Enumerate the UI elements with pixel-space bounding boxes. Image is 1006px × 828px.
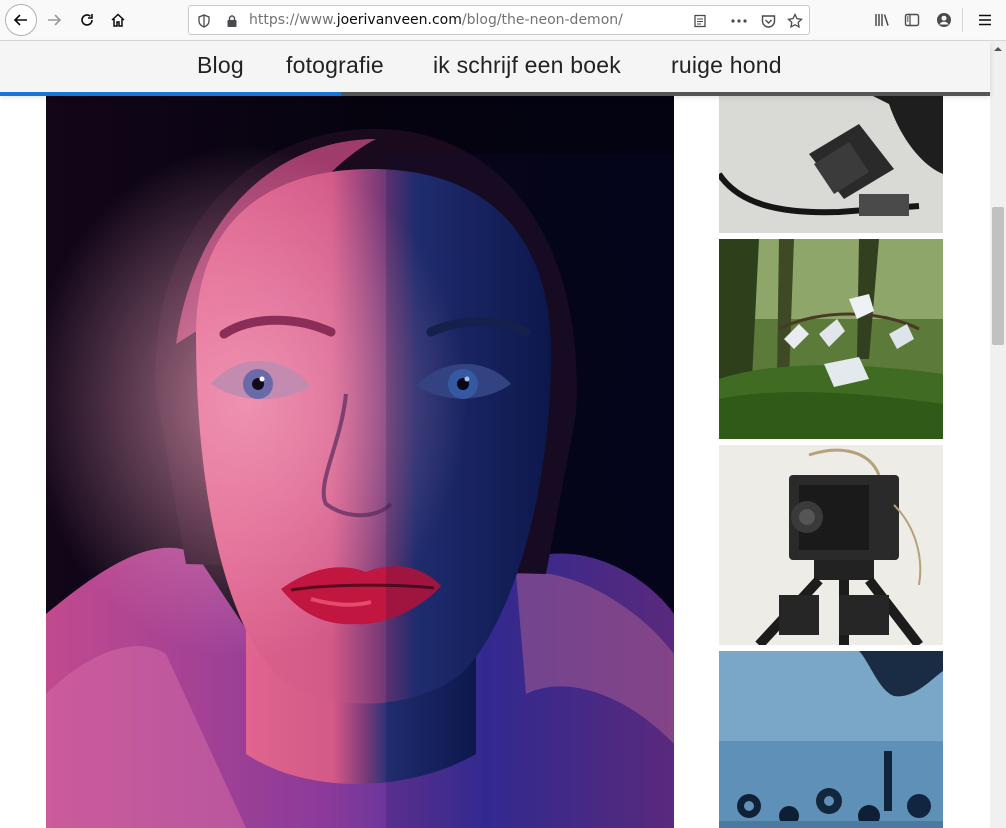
shield-icon[interactable]: [195, 12, 213, 30]
reading-progress-bar: [0, 92, 990, 96]
thumbnail-gloves-forest[interactable]: [719, 239, 943, 439]
reading-progress-fill: [0, 92, 341, 96]
url-path: /blog/the-neon-demon/: [461, 12, 623, 28]
url-bar[interactable]: https://www.joerivanveen.com/blog/the-ne…: [188, 5, 810, 35]
url-text[interactable]: https://www.joerivanveen.com/blog/the-ne…: [249, 12, 623, 28]
back-icon: [13, 14, 27, 26]
menu-icon: [979, 14, 991, 26]
back-button[interactable]: [5, 4, 37, 36]
thumbnail-screws-bolts[interactable]: [719, 651, 943, 828]
more-icon[interactable]: [730, 12, 748, 30]
forward-icon: [48, 14, 62, 26]
scroll-up-icon[interactable]: [994, 45, 1002, 53]
portrait-artwork: [46, 94, 674, 828]
scrollbar-thumb[interactable]: [992, 207, 1004, 345]
thumbnail-artwork: [719, 239, 943, 439]
thumbnail-large-format-camera[interactable]: [719, 445, 943, 645]
nav-link-fotografie[interactable]: fotografie: [286, 52, 384, 79]
bookmark-star-icon[interactable]: [786, 12, 804, 30]
reader-view-icon[interactable]: [691, 12, 709, 30]
nav-link-ruige-hond[interactable]: ruige hond: [671, 52, 782, 79]
toolbar-divider: [962, 8, 963, 32]
reload-button[interactable]: [73, 6, 101, 34]
url-domain: joerivanveen.com: [336, 12, 462, 28]
thumbnail-artwork: [719, 445, 943, 645]
account-icon: [937, 13, 951, 27]
reload-icon: [81, 14, 93, 26]
hero-image[interactable]: [46, 94, 674, 828]
home-icon: [111, 13, 125, 27]
lock-icon[interactable]: [223, 12, 241, 30]
sidebar-icon: [904, 13, 920, 27]
browser-toolbar: https://www.joerivanveen.com/blog/the-ne…: [0, 0, 1006, 41]
pocket-icon[interactable]: [759, 12, 777, 30]
menu-button[interactable]: [971, 6, 999, 34]
nav-link-boek[interactable]: ik schrijf een boek: [433, 52, 621, 79]
library-button[interactable]: [868, 6, 896, 34]
thumbnail-artwork: [719, 94, 943, 233]
account-button[interactable]: [930, 6, 958, 34]
forward-button[interactable]: [40, 6, 68, 34]
nav-link-blog[interactable]: Blog: [197, 52, 244, 79]
page-scrollbar[interactable]: [990, 41, 1006, 828]
thumbnail-camera-cable[interactable]: [719, 94, 943, 233]
site-navigation: Blog fotografie ik schrijf een boek ruig…: [0, 41, 990, 94]
library-icon: [875, 14, 889, 26]
thumbnail-artwork: [719, 651, 943, 828]
home-button[interactable]: [104, 6, 132, 34]
sidebar-button[interactable]: [898, 6, 926, 34]
page-content: [0, 94, 990, 828]
url-prefix: https://www.: [249, 12, 337, 28]
